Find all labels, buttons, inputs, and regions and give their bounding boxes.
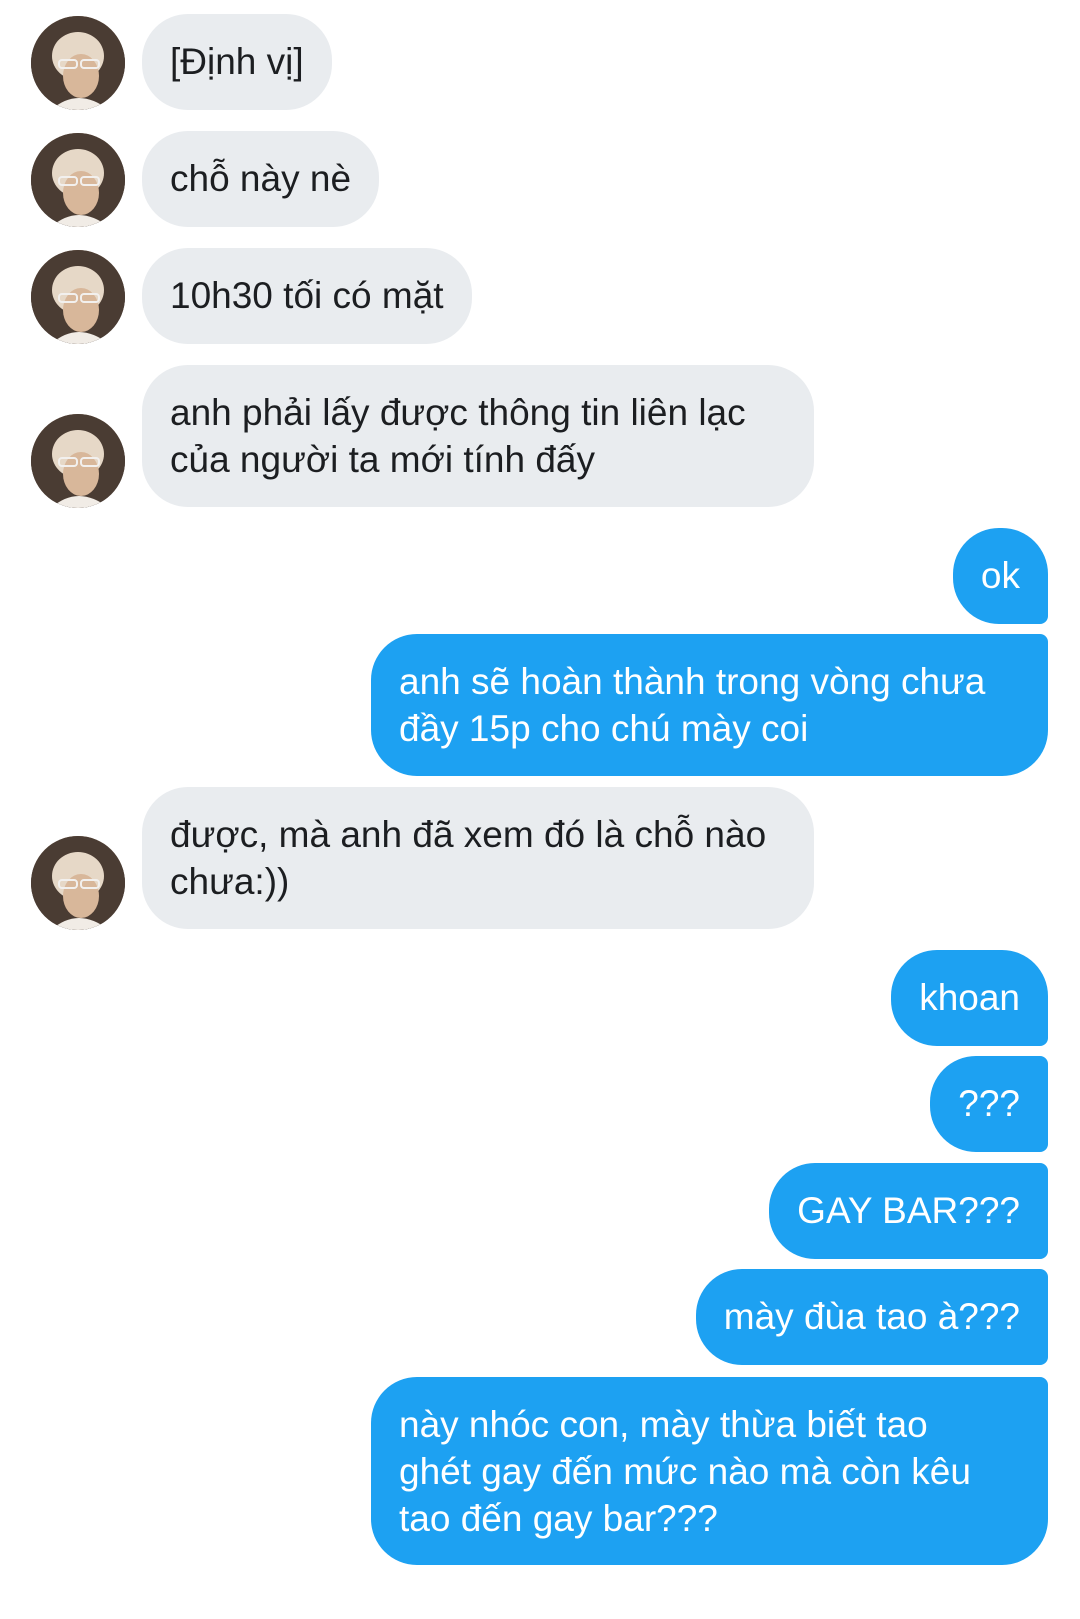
outgoing-message[interactable]: ??? — [930, 1056, 1048, 1152]
incoming-message[interactable]: [Định vị] — [142, 14, 332, 110]
message-text: khoan — [919, 977, 1020, 1018]
avatar-image — [31, 133, 125, 227]
message-text: mày đùa tao à??? — [723, 1296, 1020, 1337]
avatar-image — [31, 414, 125, 508]
contact-avatar[interactable] — [31, 836, 125, 930]
incoming-message[interactable]: anh phải lấy được thông tin liên lạc của… — [142, 365, 814, 507]
incoming-message[interactable]: chỗ này nè — [142, 131, 380, 227]
outgoing-message[interactable]: này nhóc con, mày thừa biết tao ghét gay… — [371, 1377, 1048, 1565]
message-text-line: này nhóc con, mày thừa biết tao — [399, 1404, 928, 1445]
message-text: GAY BAR??? — [797, 1190, 1020, 1231]
avatar-image — [31, 16, 125, 110]
outgoing-message[interactable]: anh sẽ hoàn thành trong vòng chưa đầy 15… — [371, 634, 1048, 776]
incoming-message[interactable]: được, mà anh đã xem đó là chỗ nào chưa:)… — [142, 787, 814, 929]
outgoing-message[interactable]: mày đùa tao à??? — [695, 1269, 1048, 1365]
message-text: [Định vị] — [170, 41, 304, 82]
message-text-line: anh phải lấy được thông tin liên lạc — [170, 392, 746, 433]
contact-avatar[interactable] — [31, 414, 125, 508]
message-text: 10h30 tối có mặt — [170, 275, 444, 316]
message-text-line: tao đến gay bar??? — [399, 1498, 718, 1539]
message-text-line: ghét gay đến mức nào mà còn kêu — [399, 1451, 971, 1492]
outgoing-message[interactable]: khoan — [891, 950, 1048, 1046]
message-text: ??? — [958, 1083, 1020, 1124]
incoming-message[interactable]: 10h30 tối có mặt — [142, 248, 472, 344]
avatar-image — [31, 250, 125, 344]
message-text: ok — [980, 555, 1020, 596]
message-text-line: được, mà anh đã xem đó là chỗ nào — [170, 814, 767, 855]
avatar-image — [31, 836, 125, 930]
outgoing-message[interactable]: GAY BAR??? — [769, 1163, 1048, 1259]
contact-avatar[interactable] — [31, 16, 125, 110]
contact-avatar[interactable] — [31, 133, 125, 227]
message-text-line: anh sẽ hoàn thành trong vòng chưa — [399, 661, 986, 702]
message-text-line: của người ta mới tính đấy — [170, 439, 595, 480]
outgoing-message[interactable]: ok — [952, 528, 1048, 624]
message-text-line: đầy 15p cho chú mày coi — [399, 708, 809, 749]
message-text-line: chưa:)) — [170, 861, 290, 902]
chat-thread[interactable]: [Định vị] chỗ này nè 10h30 tối có mặt an… — [0, 0, 1080, 1619]
contact-avatar[interactable] — [31, 250, 125, 344]
message-text: chỗ này nè — [170, 158, 352, 199]
